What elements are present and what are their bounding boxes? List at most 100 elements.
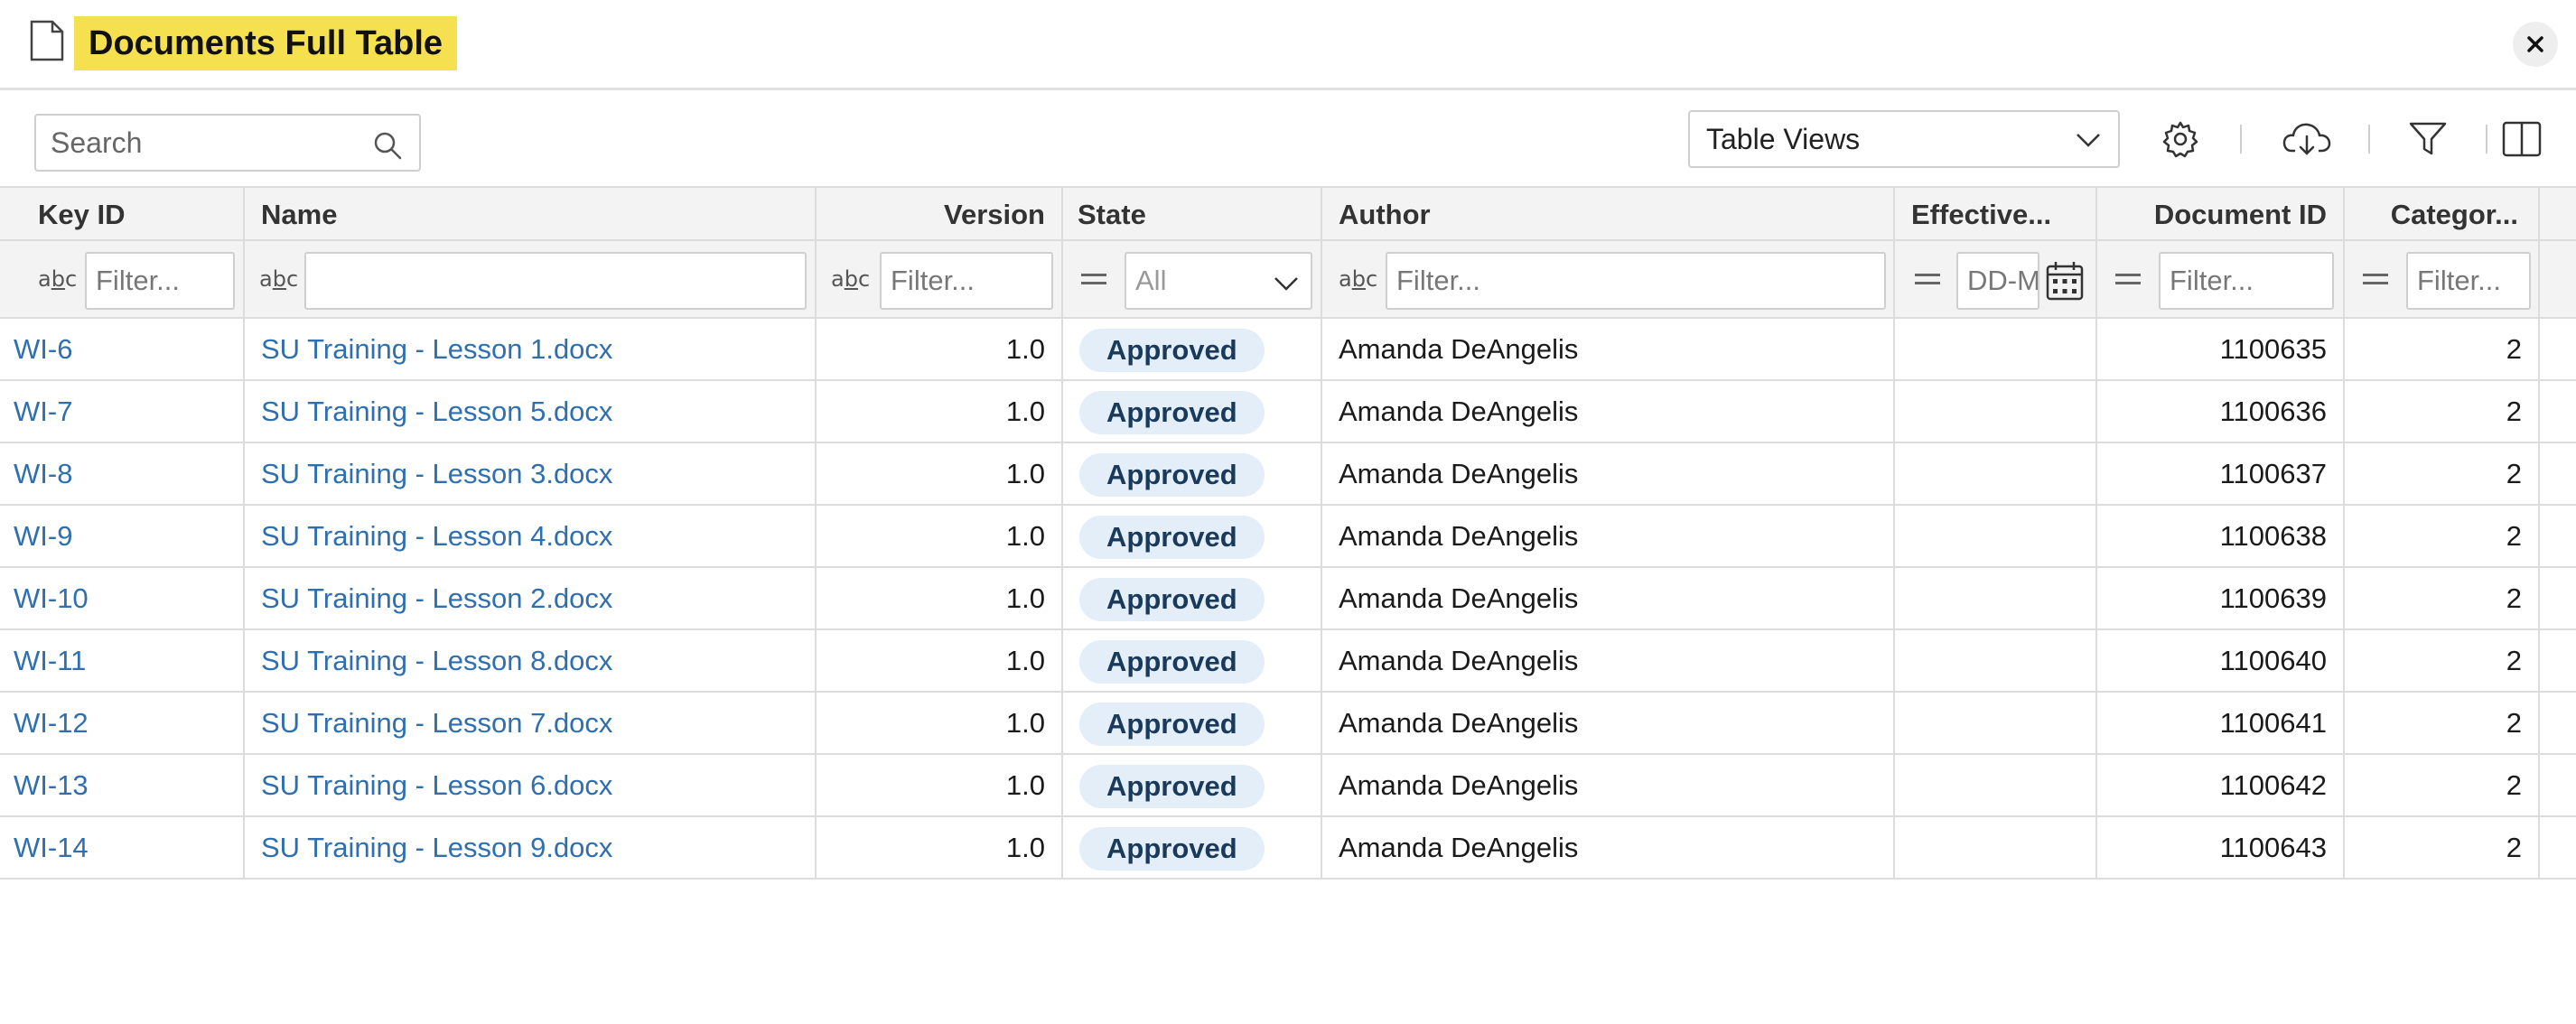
table-views-select[interactable]: Table Views — [1688, 110, 2120, 168]
filter-cell-effective — [1895, 241, 2097, 317]
search-input[interactable] — [51, 123, 358, 163]
download-button[interactable] — [2282, 117, 2332, 161]
key-id-link[interactable]: WI-8 — [14, 458, 72, 490]
equals-icon[interactable] — [1081, 274, 1106, 284]
filter-input-key-id[interactable] — [87, 254, 233, 308]
filter-cell-category — [2345, 241, 2540, 317]
filter-cell-key-id: abc — [0, 241, 245, 317]
settings-button[interactable] — [2159, 117, 2202, 161]
filter-input-version[interactable] — [882, 254, 1051, 308]
key-id-link[interactable]: WI-14 — [14, 832, 89, 864]
close-button[interactable] — [2513, 22, 2558, 67]
table-row[interactable]: WI-9 SU Training - Lesson 4.docx 1.0 App… — [0, 506, 2576, 568]
filter-icon — [2409, 122, 2447, 155]
key-id-link[interactable]: WI-6 — [14, 333, 72, 366]
document-id-value: 1100643 — [2219, 832, 2327, 863]
category-value: 2 — [2506, 707, 2522, 739]
table-row[interactable]: WI-14 SU Training - Lesson 9.docx 1.0 Ap… — [0, 817, 2576, 880]
version-value: 1.0 — [1005, 645, 1045, 676]
title-bar: Documents Full Table — [0, 0, 2576, 90]
column-header-author[interactable]: Author — [1322, 188, 1895, 239]
filter-input-effective-date[interactable] — [1958, 254, 2038, 308]
author-value: Amanda DeAngelis — [1339, 832, 1579, 863]
filter-cell-state: All — [1063, 241, 1322, 317]
page-title: Documents Full Table — [74, 16, 458, 70]
text-type-icon[interactable]: abc — [1339, 266, 1377, 292]
state-badge: Approved — [1079, 765, 1265, 808]
text-type-icon[interactable]: abc — [259, 266, 298, 292]
column-header-effective[interactable]: Effective... — [1895, 188, 2097, 239]
filter-input-document-id[interactable] — [2161, 254, 2332, 308]
document-id-value: 1100640 — [2219, 645, 2327, 676]
document-name-link[interactable]: SU Training - Lesson 7.docx — [261, 707, 612, 740]
author-value: Amanda DeAngelis — [1339, 333, 1579, 365]
key-id-link[interactable]: WI-10 — [14, 582, 89, 615]
table-row[interactable]: WI-12 SU Training - Lesson 7.docx 1.0 Ap… — [0, 693, 2576, 755]
document-name-link[interactable]: SU Training - Lesson 1.docx — [261, 333, 612, 366]
column-header-version[interactable]: Version — [817, 188, 1063, 239]
toolbar-divider — [2368, 125, 2370, 154]
key-id-link[interactable]: WI-9 — [14, 520, 72, 553]
filter-input-name[interactable] — [306, 254, 805, 308]
document-name-link[interactable]: SU Training - Lesson 6.docx — [261, 769, 612, 802]
filter-cell-version: abc — [817, 241, 1063, 317]
category-value: 2 — [2506, 832, 2522, 863]
column-header-document-id[interactable]: Document ID — [2097, 188, 2345, 239]
document-name-link[interactable]: SU Training - Lesson 9.docx — [261, 832, 612, 864]
search-box — [34, 114, 421, 172]
key-id-link[interactable]: WI-7 — [14, 396, 72, 428]
table-row[interactable]: WI-11 SU Training - Lesson 8.docx 1.0 Ap… — [0, 630, 2576, 693]
author-value: Amanda DeAngelis — [1339, 645, 1579, 676]
document-name-link[interactable]: SU Training - Lesson 3.docx — [261, 458, 612, 490]
table-filter-row: abc abc abc All abc — [0, 241, 2576, 319]
column-header-key-id[interactable]: Key ID — [0, 188, 245, 239]
equals-icon[interactable] — [2363, 274, 2388, 284]
equals-icon[interactable] — [2115, 274, 2141, 284]
state-badge: Approved — [1079, 329, 1265, 372]
close-icon — [2527, 36, 2543, 52]
cloud-download-icon — [2282, 123, 2331, 155]
table-row[interactable]: WI-13 SU Training - Lesson 6.docx 1.0 Ap… — [0, 755, 2576, 817]
key-id-link[interactable]: WI-13 — [14, 769, 89, 802]
document-name-link[interactable]: SU Training - Lesson 2.docx — [261, 582, 612, 615]
text-type-icon[interactable]: abc — [831, 266, 870, 292]
column-header-state[interactable]: State — [1063, 188, 1322, 239]
document-icon — [30, 20, 64, 61]
author-value: Amanda DeAngelis — [1339, 707, 1579, 739]
author-value: Amanda DeAngelis — [1339, 396, 1579, 427]
document-id-value: 1100635 — [2219, 333, 2327, 365]
column-header-category[interactable]: Categor... — [2345, 188, 2540, 239]
document-id-value: 1100637 — [2219, 458, 2327, 489]
documents-table: Key ID Name Version State Author Effecti… — [0, 186, 2576, 880]
version-value: 1.0 — [1005, 832, 1045, 863]
column-header-name[interactable]: Name — [245, 188, 817, 239]
document-name-link[interactable]: SU Training - Lesson 4.docx — [261, 520, 612, 553]
filter-cell-document-id — [2097, 241, 2345, 317]
document-name-link[interactable]: SU Training - Lesson 5.docx — [261, 396, 612, 428]
filter-input-category[interactable] — [2408, 254, 2529, 308]
filter-input-author[interactable] — [1387, 254, 1884, 308]
version-value: 1.0 — [1005, 458, 1045, 489]
columns-toggle-button[interactable] — [2500, 117, 2543, 161]
chevron-down-icon — [2077, 134, 2100, 147]
filter-button[interactable] — [2406, 117, 2450, 161]
state-badge: Approved — [1079, 827, 1265, 870]
key-id-link[interactable]: WI-11 — [14, 645, 86, 677]
toolbar-divider — [2240, 125, 2242, 154]
document-name-link[interactable]: SU Training - Lesson 8.docx — [261, 645, 612, 677]
search-icon[interactable] — [372, 130, 403, 161]
filter-select-state[interactable]: All — [1125, 252, 1312, 310]
key-id-link[interactable]: WI-12 — [14, 707, 89, 740]
category-value: 2 — [2506, 333, 2522, 365]
filter-cell-name: abc — [245, 241, 817, 317]
table-row[interactable]: WI-7 SU Training - Lesson 5.docx 1.0 App… — [0, 381, 2576, 443]
state-badge: Approved — [1079, 640, 1265, 684]
table-row[interactable]: WI-10 SU Training - Lesson 2.docx 1.0 Ap… — [0, 568, 2576, 630]
calendar-icon[interactable] — [2045, 259, 2085, 303]
table-row[interactable]: WI-8 SU Training - Lesson 3.docx 1.0 App… — [0, 443, 2576, 506]
text-type-icon[interactable]: abc — [38, 266, 77, 292]
version-value: 1.0 — [1005, 582, 1045, 614]
document-id-value: 1100642 — [2219, 769, 2327, 801]
table-row[interactable]: WI-6 SU Training - Lesson 1.docx 1.0 App… — [0, 319, 2576, 381]
equals-icon[interactable] — [1915, 274, 1940, 284]
